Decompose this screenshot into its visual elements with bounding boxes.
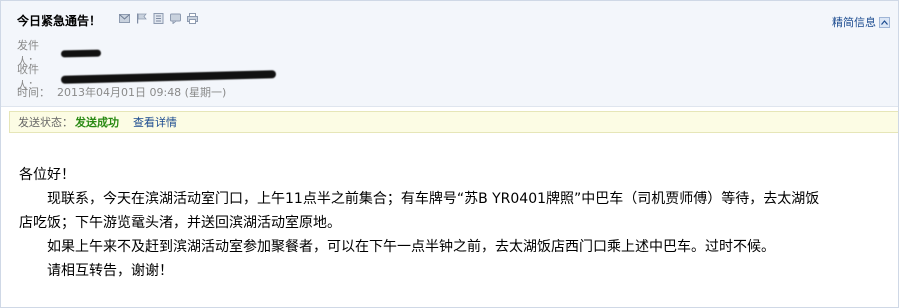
- send-status-label: 发送状态：: [18, 116, 73, 129]
- header-toolbar: [119, 13, 198, 24]
- mail-header: 今日紧急通告！ 精简信息 发件人： 收件人： 时间： 2013年04月01日 0…: [1, 1, 898, 107]
- time-row: 时间： 2013年04月01日 09:48 (星期一): [17, 84, 226, 100]
- simplified-info-label[interactable]: 精简信息: [832, 14, 876, 30]
- message-icon[interactable]: [170, 13, 181, 24]
- paragraph-1-line-1: 现联系，今天在滨湖活动室门口，上午11点半之前集合；有车牌号“苏B YR0401…: [47, 191, 820, 207]
- simplified-info-link[interactable]: 精简信息: [832, 14, 890, 30]
- redacted-recipient: [60, 70, 277, 84]
- paragraph-1-line-2: 店吃饭；下午游览鼋头渚，并送回滨湖活动室原地。: [19, 215, 341, 231]
- send-status-bar: 发送状态： 发送成功 查看详情: [9, 111, 898, 133]
- greeting: 各位好！: [19, 167, 75, 183]
- paragraph-2: 如果上午来不及赶到滨湖活动室参加聚餐者，可以在下午一点半钟之前，去太湖饭店西门口…: [47, 239, 775, 255]
- notes-icon[interactable]: [153, 13, 164, 24]
- mail-view: 今日紧急通告！ 精简信息 发件人： 收件人： 时间： 2013年04月01日 0…: [0, 0, 899, 308]
- print-icon[interactable]: [187, 13, 198, 24]
- mail-icon[interactable]: [119, 13, 130, 24]
- mail-body: 各位好！ 现联系，今天在滨湖活动室门口，上午11点半之前集合；有车牌号“苏B Y…: [19, 163, 879, 283]
- chevron-up-icon[interactable]: [879, 16, 890, 28]
- paragraph-3: 请相互转告，谢谢！: [47, 263, 173, 279]
- view-details-link[interactable]: 查看详情: [133, 114, 177, 130]
- redacted-sender: [60, 49, 102, 57]
- send-status-value: 发送成功: [75, 116, 119, 129]
- mail-subject: 今日紧急通告！: [17, 14, 102, 28]
- time-value: 2013年04月01日 09:48 (星期一): [57, 86, 227, 99]
- time-label: 时间：: [17, 86, 50, 99]
- flag-icon[interactable]: [136, 13, 147, 24]
